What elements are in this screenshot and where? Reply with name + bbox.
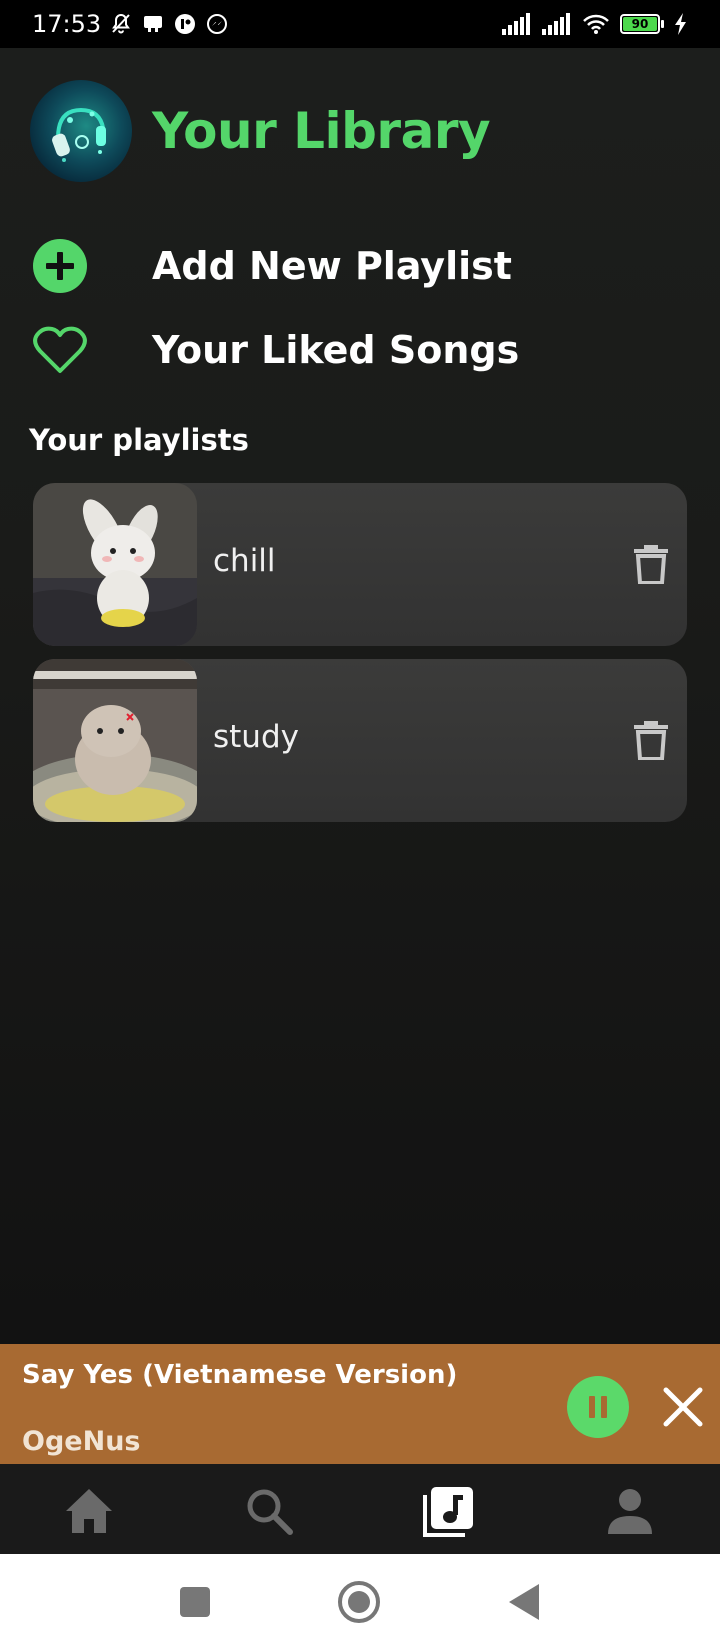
charging-icon — [675, 13, 686, 35]
now-playing-artist[interactable]: OgeNus — [22, 1426, 140, 1457]
library-icon[interactable] — [422, 1484, 476, 1538]
playlist-card[interactable]: chill — [33, 483, 687, 646]
home-icon[interactable] — [62, 1484, 116, 1538]
mini-player[interactable]: Say Yes (Vietnamese Version) OgeNus — [0, 1344, 720, 1464]
search-icon[interactable] — [242, 1484, 296, 1538]
pause-bar — [601, 1396, 607, 1418]
status-bar: 17:53 90 — [0, 0, 720, 48]
bottom-nav — [0, 1464, 720, 1554]
battery-level: 90 — [631, 17, 649, 31]
muted-bell-icon — [112, 13, 131, 34]
playlist-card[interactable]: study — [33, 659, 687, 822]
playlist-name[interactable]: study — [213, 719, 299, 755]
message-icon — [144, 16, 163, 32]
playlist-name[interactable]: chill — [213, 543, 276, 579]
signal-icon — [502, 13, 530, 35]
signal-icon — [542, 13, 570, 35]
pause-bar — [589, 1396, 595, 1418]
status-left-icons — [109, 12, 229, 36]
delete-icon[interactable] — [631, 541, 671, 587]
heart-icon[interactable] — [32, 322, 88, 378]
pause-button[interactable] — [567, 1376, 629, 1438]
page-title: Your Library — [152, 102, 491, 160]
delete-icon[interactable] — [631, 717, 671, 763]
playlist-thumbnail — [33, 659, 197, 822]
wifi-icon — [583, 14, 609, 34]
headphones-logo-icon — [52, 107, 106, 162]
library-header: Your Library — [30, 80, 491, 182]
liked-songs-row[interactable]: Your Liked Songs — [32, 322, 519, 378]
library-screen: Your Library Add New Playlist Your Liked… — [0, 48, 720, 1344]
battery-icon: 90 — [620, 14, 664, 34]
app-logo — [30, 80, 132, 182]
now-playing-title[interactable]: Say Yes (Vietnamese Version) — [22, 1360, 457, 1390]
playlists-section-title: Your playlists — [29, 423, 249, 457]
add-circle-icon[interactable] — [32, 238, 88, 294]
home-button-icon[interactable] — [337, 1580, 381, 1624]
app-notification-icon — [175, 14, 196, 34]
status-time: 17:53 — [32, 10, 102, 38]
add-playlist-row[interactable]: Add New Playlist — [32, 238, 512, 294]
recents-icon[interactable] — [173, 1580, 217, 1624]
close-icon[interactable] — [658, 1382, 708, 1432]
back-icon[interactable] — [502, 1580, 546, 1624]
messenger-icon — [207, 14, 228, 34]
add-playlist-label[interactable]: Add New Playlist — [152, 244, 512, 288]
system-nav-bar — [0, 1554, 720, 1650]
profile-icon[interactable] — [603, 1484, 657, 1538]
status-right-icons: 90 — [502, 13, 688, 35]
liked-songs-label[interactable]: Your Liked Songs — [152, 328, 519, 372]
playlist-thumbnail — [33, 483, 197, 646]
